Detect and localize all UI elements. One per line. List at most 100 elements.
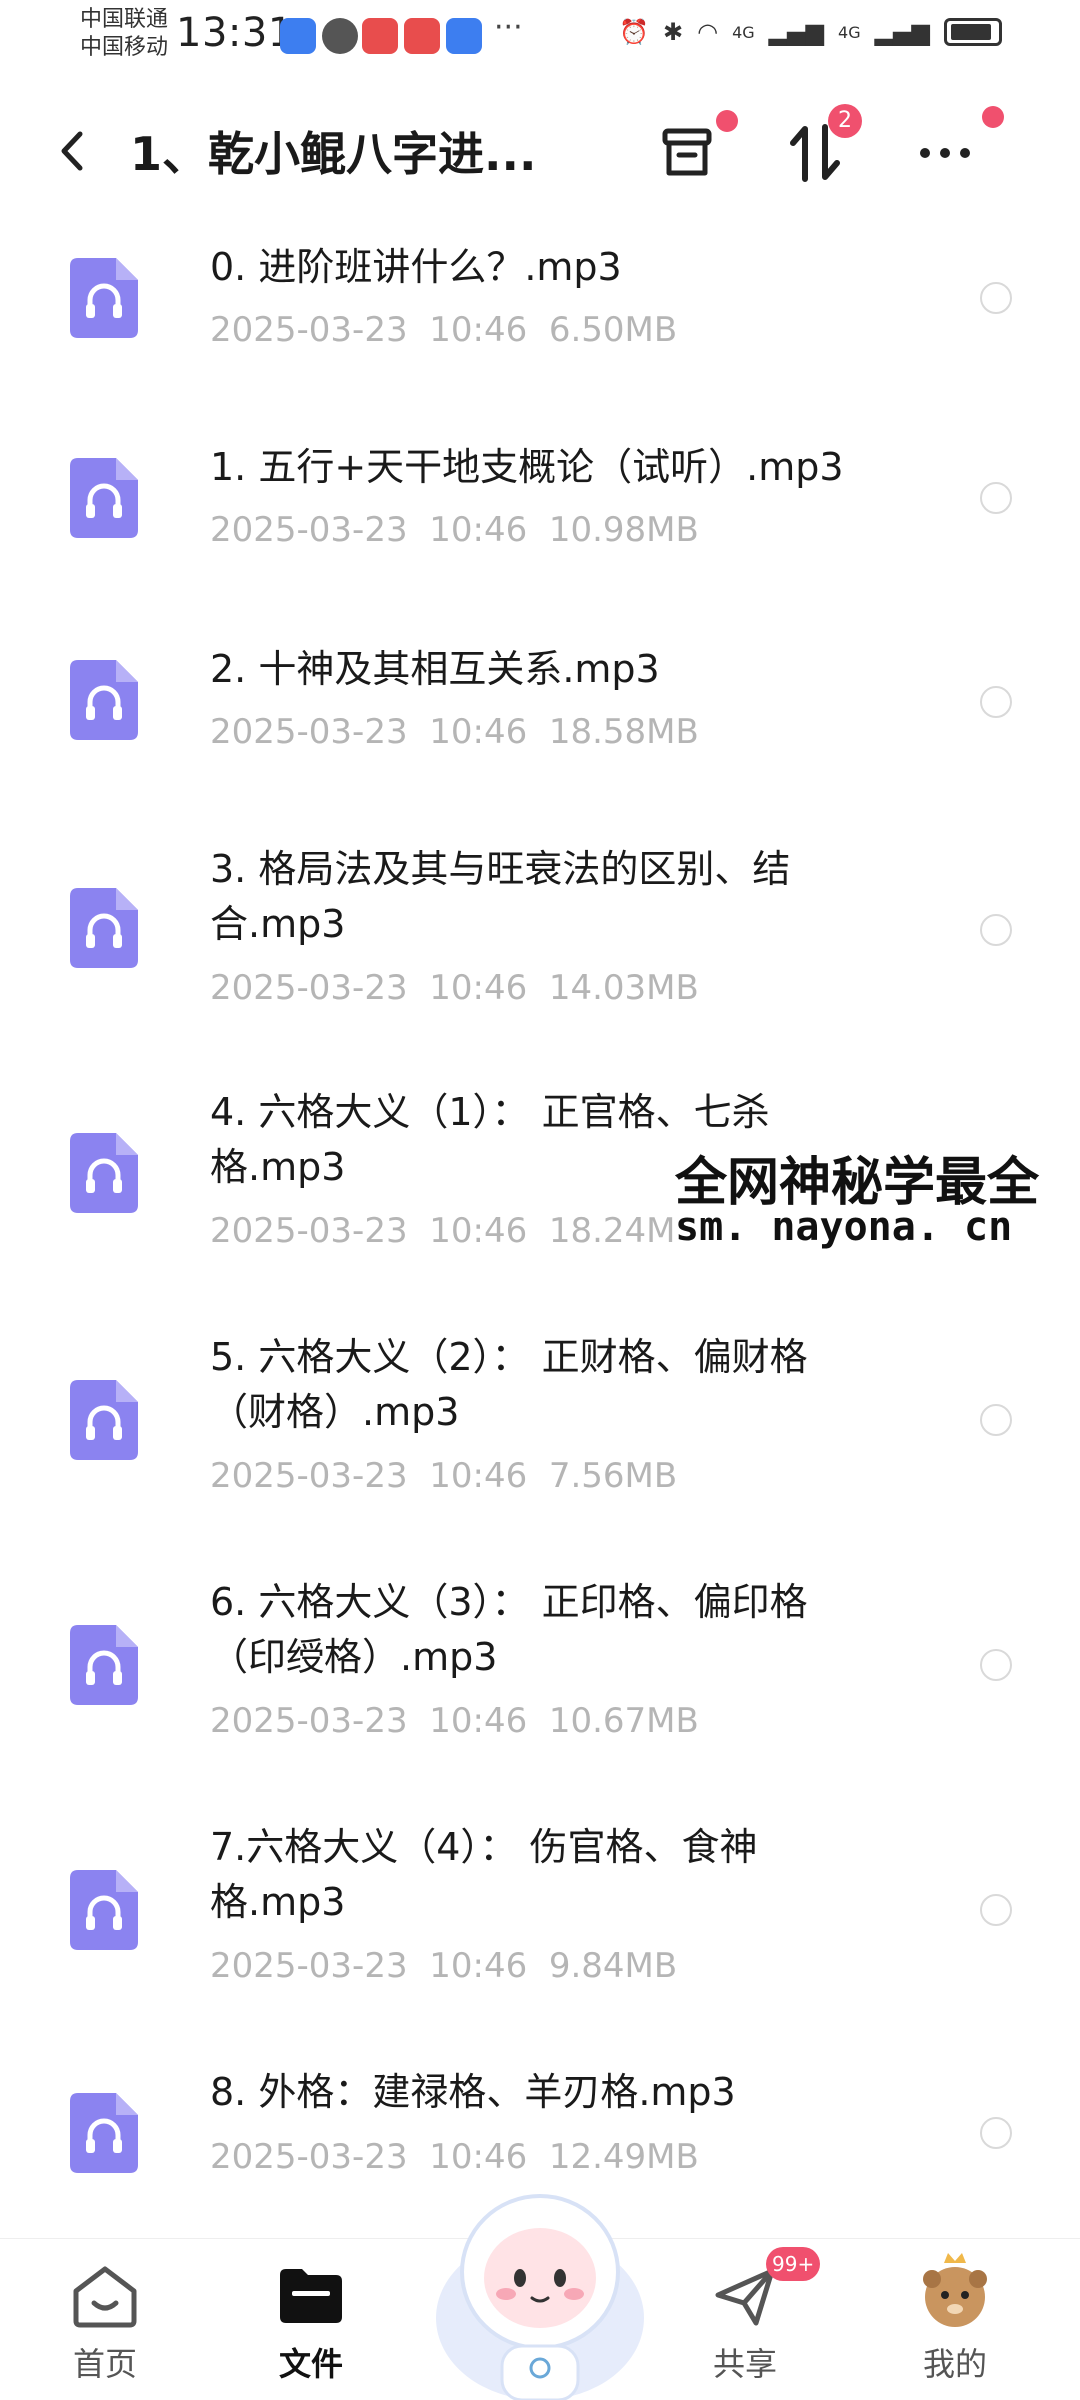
- select-radio[interactable]: [980, 686, 1012, 718]
- audio-file-icon: [70, 660, 138, 740]
- signal-bars-icon: ▂▄▆: [768, 18, 825, 46]
- file-meta: 2025-03-23 10:46 18.24MB: [210, 1211, 699, 1251]
- audio-file-icon: [70, 2093, 138, 2173]
- file-size: 18.58MB: [548, 712, 699, 752]
- bluetooth-icon: ✱: [663, 18, 684, 46]
- audio-file-icon: [70, 1625, 138, 1705]
- select-radio[interactable]: [980, 1404, 1012, 1436]
- wifi-icon: ◠: [697, 18, 719, 46]
- select-radio[interactable]: [980, 914, 1012, 946]
- file-date: 2025-03-23: [210, 2137, 408, 2177]
- file-date: 2025-03-23: [210, 968, 408, 1008]
- list-item[interactable]: 0. 进阶班讲什么？.mp3 2025-03-23 10:46 6.50MB: [0, 230, 1080, 430]
- file-date: 2025-03-23: [210, 1946, 408, 1986]
- file-date: 2025-03-23: [210, 1211, 408, 1251]
- nav-home-label: 首页: [72, 2345, 137, 2383]
- folder-icon: [280, 2269, 342, 2323]
- list-item[interactable]: 2. 十神及其相互关系.mp3 2025-03-23 10:46 18.58MB: [0, 630, 1080, 830]
- mascot-icon: [436, 2194, 644, 2400]
- file-time: 10:46: [429, 968, 528, 1008]
- file-time: 10:46: [429, 510, 528, 550]
- select-radio[interactable]: [980, 1894, 1012, 1926]
- file-time: 10:46: [429, 310, 528, 350]
- nav-files[interactable]: 文件: [236, 2239, 386, 2400]
- home-icon: [73, 2266, 137, 2328]
- watermark-overlay: 全网神秘学最全 sm. nayona. cn: [675, 1140, 1080, 1260]
- notification-dot: [716, 110, 738, 132]
- file-date: 2025-03-23: [210, 310, 408, 350]
- select-radio[interactable]: [980, 2117, 1012, 2149]
- file-date: 2025-03-23: [210, 1701, 408, 1741]
- file-time: 10:46: [429, 1211, 528, 1251]
- signal-bars-icon: ▂▄▆: [874, 18, 930, 46]
- more-notifications-icon: ···: [494, 10, 523, 45]
- select-radio[interactable]: [980, 282, 1012, 314]
- notification-dot: [982, 106, 1004, 128]
- file-meta: 2025-03-23 10:46 10.98MB: [210, 510, 699, 550]
- app-screen: 中国联通 中国移动 13:31 ··· ⏰ ✱ ◠ 4G ▂▄▆ 4G ▂▄▆ …: [0, 0, 1080, 2400]
- more-icon: [920, 148, 970, 158]
- avatar-icon: [923, 2253, 987, 2327]
- file-name: 1. 五行+天干地支概论（试听）.mp3: [210, 445, 844, 489]
- file-time: 10:46: [429, 712, 528, 752]
- file-time: 10:46: [429, 1456, 528, 1496]
- list-item[interactable]: 7.六格大义（4）： 伤官格、食神格.mp3 2025-03-23 10:46 …: [0, 1810, 1080, 2055]
- header-bar: 1、乾小鲲八字进... 2: [0, 88, 1080, 208]
- system-status-icons: ⏰ ✱ ◠ 4G ▂▄▆ 4G ▂▄▆: [619, 18, 1002, 46]
- file-name: 5. 六格大义（2）： 正财格、偏财格（财格）.mp3: [210, 1335, 808, 1434]
- select-radio[interactable]: [980, 482, 1012, 514]
- carrier-2: 中国移动: [80, 35, 169, 60]
- assistant-mascot-button[interactable]: [430, 2168, 650, 2400]
- file-date: 2025-03-23: [210, 712, 408, 752]
- file-size: 14.03MB: [548, 968, 699, 1008]
- watermark-line-2: sm. nayona. cn: [675, 1204, 1013, 1250]
- list-item[interactable]: 6. 六格大义（3）： 正印格、偏印格（印绶格）.mp3 2025-03-23 …: [0, 1565, 1080, 1810]
- back-icon[interactable]: [52, 126, 92, 176]
- nav-files-label: 文件: [278, 2345, 343, 2383]
- nav-share[interactable]: 99+ 共享: [670, 2239, 821, 2400]
- archive-icon: [662, 128, 712, 176]
- file-meta: 2025-03-23 10:46 14.03MB: [210, 968, 699, 1008]
- status-time: 13:31: [176, 10, 294, 56]
- file-size: 10.98MB: [548, 510, 699, 550]
- select-radio[interactable]: [980, 1649, 1012, 1681]
- carrier-1: 中国联通: [80, 7, 169, 32]
- folder-title: 1、乾小鲲八字进...: [130, 127, 537, 181]
- file-meta: 2025-03-23 10:46 6.50MB: [210, 310, 677, 350]
- file-date: 2025-03-23: [210, 510, 408, 550]
- list-item[interactable]: 3. 格局法及其与旺衰法的区别、结合.mp3 2025-03-23 10:46 …: [0, 830, 1080, 1075]
- nav-home[interactable]: 首页: [30, 2239, 180, 2400]
- more-button[interactable]: [900, 106, 1004, 198]
- sort-button[interactable]: 2: [770, 104, 862, 198]
- audio-file-icon: [70, 258, 138, 338]
- list-item[interactable]: 5. 六格大义（2）： 正财格、偏财格（财格）.mp3 2025-03-23 1…: [0, 1320, 1080, 1565]
- app-notification-icon: [322, 18, 358, 54]
- file-size: 9.84MB: [548, 1946, 678, 1986]
- file-meta: 2025-03-23 10:46 9.84MB: [210, 1946, 677, 1986]
- signal-4g-icon: 4G: [732, 22, 755, 42]
- file-meta: 2025-03-23 10:46 18.58MB: [210, 712, 699, 752]
- file-name: 0. 进阶班讲什么？.mp3: [210, 245, 622, 289]
- file-name: 7.六格大义（4）： 伤官格、食神格.mp3: [210, 1825, 758, 1924]
- file-size: 10.67MB: [548, 1701, 699, 1741]
- file-size: 7.56MB: [548, 1456, 678, 1496]
- archive-button[interactable]: [642, 108, 738, 198]
- app-notification-icon: [446, 18, 482, 54]
- send-icon: [715, 2268, 775, 2326]
- file-name: 8. 外格：建禄格、羊刃格.mp3: [210, 2070, 736, 2114]
- app-notification-icon: [280, 18, 316, 54]
- audio-file-icon: [70, 458, 138, 538]
- file-meta: 2025-03-23 10:46 10.67MB: [210, 1701, 699, 1741]
- file-name: 2. 十神及其相互关系.mp3: [210, 647, 660, 691]
- audio-file-icon: [70, 1870, 138, 1950]
- app-notification-icon: [362, 18, 398, 54]
- file-name: 6. 六格大义（3）： 正印格、偏印格（印绶格）.mp3: [210, 1580, 808, 1679]
- file-time: 10:46: [429, 1701, 528, 1741]
- share-badge: 99+: [766, 2247, 821, 2281]
- nav-mine[interactable]: 我的: [880, 2239, 1030, 2400]
- carrier-labels: 中国联通 中国移动: [80, 6, 168, 62]
- audio-file-icon: [70, 888, 138, 968]
- list-item[interactable]: 1. 五行+天干地支概论（试听）.mp3 2025-03-23 10:46 10…: [0, 430, 1080, 630]
- file-meta: 2025-03-23 10:46 7.56MB: [210, 1456, 677, 1496]
- battery-icon: [944, 18, 1002, 46]
